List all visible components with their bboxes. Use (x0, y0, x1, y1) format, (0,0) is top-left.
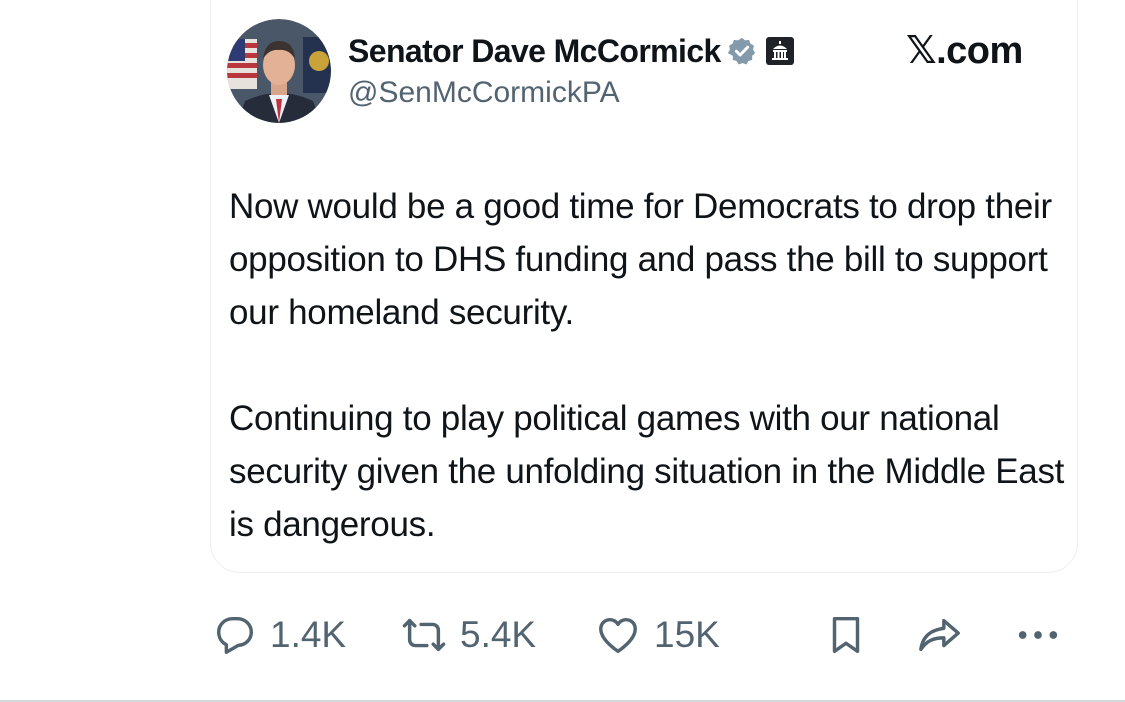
repost-button[interactable]: 5.4K (400, 612, 536, 658)
reply-button[interactable]: 1.4K (212, 612, 346, 658)
repost-count: 5.4K (460, 614, 537, 655)
more-icon (1018, 631, 1058, 639)
bookmark-button[interactable] (823, 612, 869, 658)
avatar[interactable] (227, 19, 331, 123)
reply-count: 1.4K (270, 614, 347, 655)
tweet-text: Now would be a good time for Democrats t… (229, 180, 1075, 551)
verified-badge-icon (727, 36, 757, 66)
reply-icon (216, 616, 254, 654)
more-button[interactable] (1012, 612, 1064, 658)
tweet-paragraph: Continuing to play political games with … (229, 399, 1065, 544)
avatar-photo (227, 19, 331, 123)
share-icon (919, 618, 960, 652)
like-count: 15K (654, 614, 720, 655)
bookmark-icon (832, 616, 860, 654)
author-name-row: Senator Dave McCormick (348, 30, 795, 72)
government-building-icon (765, 36, 795, 66)
author-handle[interactable]: @SenMcCormickPA (348, 76, 620, 110)
platform-label: 𝕏.com (906, 30, 1023, 72)
repost-icon (402, 618, 446, 652)
like-button[interactable]: 15K (594, 612, 720, 658)
tweet-paragraph: Now would be a good time for Democrats t… (229, 187, 1052, 332)
author-display-name[interactable]: Senator Dave McCormick (348, 33, 721, 70)
like-icon (599, 617, 637, 654)
share-button[interactable] (914, 612, 966, 658)
